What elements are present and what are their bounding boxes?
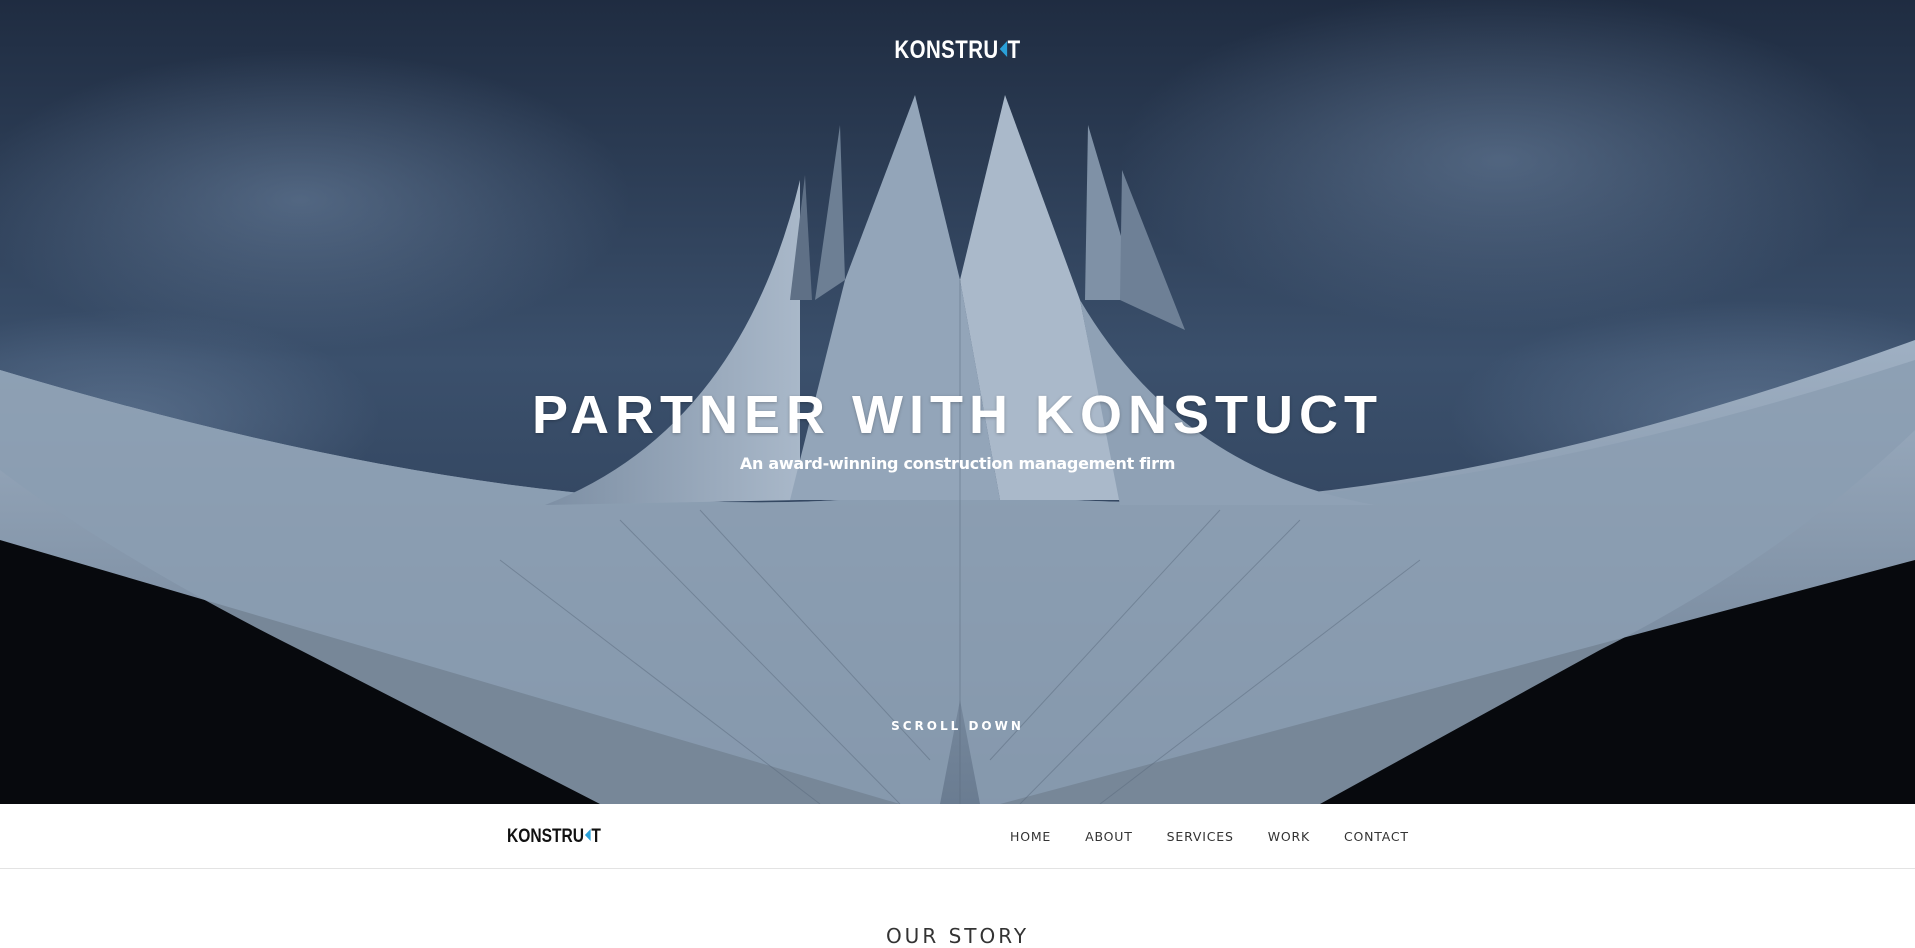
scroll-down-link[interactable]: SCROLL DOWN — [0, 719, 1915, 733]
logo-arrow-icon — [999, 41, 1007, 57]
logo-arrow-icon — [584, 829, 591, 841]
main-navbar: KONSTRU T HOME ABOUT SERVICES WORK CONTAC… — [0, 804, 1915, 869]
nav-services[interactable]: SERVICES — [1167, 829, 1234, 844]
logo-text-end: T — [1007, 36, 1021, 64]
hero-subtitle: An award-winning construction management… — [739, 454, 1176, 473]
hero-section: KONSTRU T PARTNER WITH KONSTUCT An award-… — [0, 0, 1915, 804]
logo-text-start: KONSTRU — [507, 826, 585, 847]
section-title: OUR STORY — [885, 924, 1030, 948]
nav-home[interactable]: HOME — [1010, 829, 1051, 844]
nav-about[interactable]: ABOUT — [1085, 829, 1133, 844]
nav-work[interactable]: WORK — [1268, 829, 1310, 844]
nav-contact[interactable]: CONTACT — [1344, 829, 1409, 844]
navbar-logo[interactable]: KONSTRU T — [507, 826, 601, 848]
hero-logo[interactable]: KONSTRU T — [172, 36, 1742, 65]
logo-text-end: T — [591, 826, 601, 847]
hero-title: PARTNER WITH KONSTUCT — [532, 385, 1383, 445]
logo-text-start: KONSTRU — [894, 36, 999, 64]
nav-links: HOME ABOUT SERVICES WORK CONTACT — [1010, 804, 1443, 869]
